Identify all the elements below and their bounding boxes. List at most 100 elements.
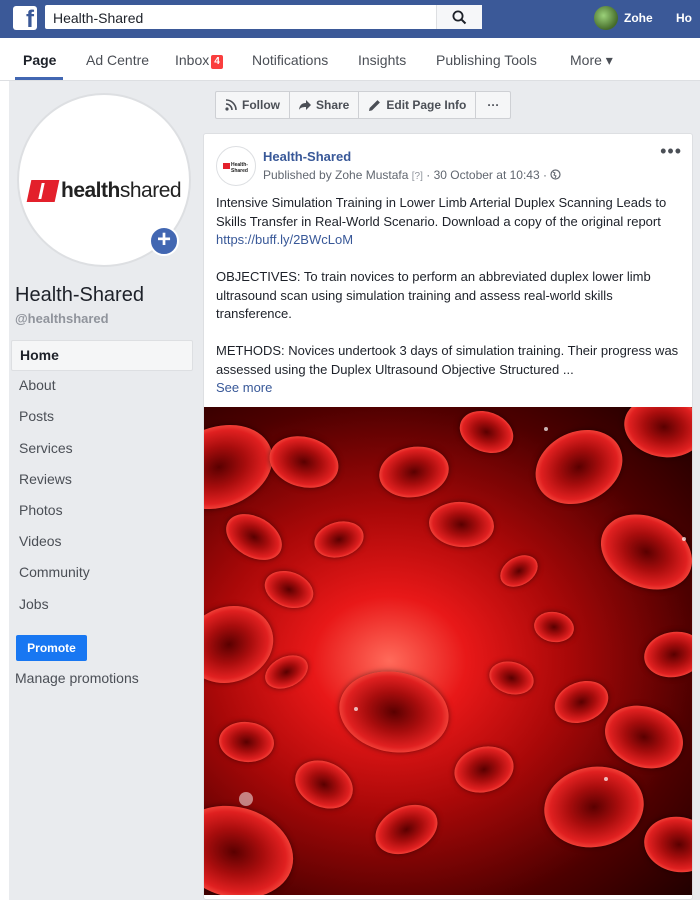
mini-logo-mark-icon: [223, 163, 230, 169]
see-more-link[interactable]: See more: [216, 379, 686, 398]
published-by-text: Published by Zohe Mustafa: [263, 168, 409, 182]
help-link[interactable]: [?]: [412, 171, 423, 182]
top-navigation-bar: f Health-Shared Zohe Ho: [0, 0, 700, 38]
user-avatar[interactable]: [594, 6, 618, 30]
blood-cell: [485, 656, 538, 700]
blood-cell: [218, 504, 290, 570]
blood-cell: [596, 695, 692, 779]
post-body: Intensive Simulation Training in Lower L…: [216, 194, 686, 398]
post-options-icon[interactable]: •••: [660, 142, 682, 160]
user-name-link[interactable]: Zohe: [624, 11, 653, 25]
tab-notifications[interactable]: Notifications: [252, 52, 328, 68]
blood-cell: [548, 673, 615, 731]
blood-cell: [639, 811, 692, 878]
blood-cell: [310, 516, 368, 563]
sidebar-item-reviews[interactable]: Reviews: [11, 465, 193, 496]
blood-cell: [217, 719, 276, 765]
share-button-label: Share: [316, 98, 350, 112]
active-tab-indicator: [15, 77, 63, 80]
blood-cell: [531, 608, 577, 646]
blood-cell: [588, 500, 692, 604]
manage-promotions-link[interactable]: Manage promotions: [15, 670, 139, 686]
search-icon: [452, 10, 467, 25]
sidebar-item-jobs[interactable]: Jobs: [11, 590, 193, 621]
logo-text-light: shared: [119, 179, 182, 202]
blood-cell: [375, 441, 453, 503]
edit-page-info-button[interactable]: Edit Page Info: [358, 91, 477, 119]
post-paragraph-2: OBJECTIVES: To train novices to perform …: [216, 269, 651, 321]
blood-cell: [449, 740, 519, 799]
tab-more[interactable]: More ▾: [570, 52, 613, 69]
tab-inbox-label: Inbox: [175, 52, 210, 68]
more-dots-icon: ···: [487, 98, 500, 112]
post-author-avatar[interactable]: Health-Shared: [216, 146, 256, 186]
main-content: Follow Share Edit Page Info ··· Health-S…: [203, 81, 700, 900]
share-arrow-icon: [299, 100, 311, 110]
blood-cell: [259, 564, 319, 615]
logo-text: healthshared: [61, 179, 182, 203]
inbox-count-badge: 4: [211, 55, 223, 69]
blood-cell: [453, 407, 520, 461]
post-card: Health-Shared Health-Shared Published by…: [203, 133, 693, 900]
blood-cell: [537, 758, 651, 856]
tab-insights[interactable]: Insights: [358, 52, 406, 68]
blood-cell: [494, 548, 544, 594]
blood-cell: [427, 499, 496, 550]
report-link[interactable]: https://buff.ly/2BWcLoM: [216, 232, 353, 247]
tab-publishing-tools[interactable]: Publishing Tools: [436, 52, 537, 68]
search-input[interactable]: Health-Shared: [45, 5, 482, 29]
tab-ad-centre[interactable]: Ad Centre: [86, 52, 149, 68]
blood-cell: [619, 407, 692, 464]
page-handle[interactable]: @healthshared: [15, 311, 109, 326]
globe-icon: [550, 169, 561, 180]
light-spark: [239, 792, 253, 806]
add-photo-plus-icon[interactable]: +: [149, 226, 179, 256]
home-link[interactable]: Ho: [676, 11, 692, 25]
light-spark: [544, 427, 548, 431]
tab-page[interactable]: Page: [23, 52, 56, 68]
blood-cell: [263, 428, 345, 496]
sidebar-item-community[interactable]: Community: [11, 558, 193, 589]
rss-icon: [225, 99, 237, 111]
blood-cell: [332, 663, 456, 761]
share-button[interactable]: Share: [289, 91, 360, 119]
blood-cell: [287, 751, 361, 818]
sidebar-item-home[interactable]: Home: [11, 340, 193, 372]
more-actions-button[interactable]: ···: [475, 91, 512, 119]
healthshared-logo: healthshared: [26, 179, 182, 203]
light-spark: [682, 537, 686, 541]
sidebar-item-posts[interactable]: Posts: [11, 402, 193, 433]
pencil-icon: [369, 99, 381, 111]
search-input-value: Health-Shared: [53, 10, 144, 26]
light-spark: [604, 777, 608, 781]
sidebar-item-about[interactable]: About: [11, 371, 193, 402]
blood-cell: [640, 627, 692, 682]
logo-text-bold: health: [61, 179, 120, 202]
follow-button-label: Follow: [242, 98, 280, 112]
logo-h-mark-icon: [26, 180, 60, 202]
mini-logo-text: Health-Shared: [231, 162, 248, 174]
sidebar-item-services[interactable]: Services: [11, 434, 193, 465]
sidebar-item-videos[interactable]: Videos: [11, 527, 193, 558]
blood-cell: [204, 793, 304, 895]
sidebar-nav: Home About Posts Services Reviews Photos…: [11, 340, 193, 621]
sidebar-item-photos[interactable]: Photos: [11, 496, 193, 527]
red-blood-cells-image[interactable]: [204, 407, 692, 895]
edit-page-info-label: Edit Page Info: [386, 98, 467, 112]
blood-cell: [523, 416, 635, 518]
page-action-bar: Follow Share Edit Page Info ···: [215, 91, 512, 119]
blood-cell: [367, 795, 446, 864]
post-author-name[interactable]: Health-Shared: [263, 149, 351, 164]
facebook-logo-icon[interactable]: f: [13, 6, 37, 30]
light-spark: [354, 707, 358, 711]
post-meta: Published by Zohe Mustafa [?] · 30 Octob…: [263, 168, 561, 182]
promote-button[interactable]: Promote: [16, 635, 87, 661]
post-timestamp[interactable]: · 30 October at 10:43 ·: [426, 168, 547, 182]
tab-inbox[interactable]: Inbox 4: [175, 52, 223, 69]
post-paragraph-1: Intensive Simulation Training in Lower L…: [216, 195, 667, 229]
search-button[interactable]: [436, 5, 482, 29]
follow-button[interactable]: Follow: [215, 91, 290, 119]
page-tab-bar: Page Ad Centre Inbox 4 Notifications Insi…: [0, 38, 700, 81]
post-paragraph-3: METHODS: Novices undertook 3 days of sim…: [216, 343, 679, 377]
page-title: Health-Shared: [15, 284, 144, 306]
